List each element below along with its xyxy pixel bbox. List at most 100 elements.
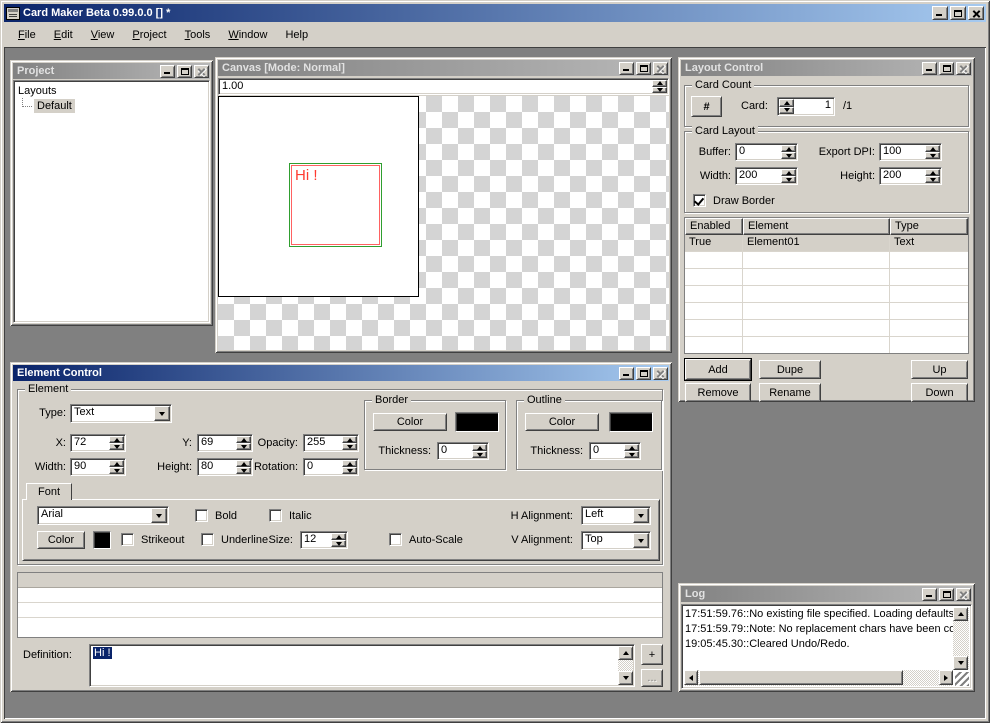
strikeout-checkbox[interactable] (121, 533, 134, 546)
y-field[interactable]: 69 (197, 434, 253, 452)
table-row[interactable] (685, 269, 968, 286)
size-up-button[interactable] (331, 533, 346, 540)
width-down-button[interactable] (109, 467, 124, 474)
minimize-button[interactable] (619, 62, 634, 75)
dupe-button[interactable]: Dupe (759, 360, 821, 379)
down-button[interactable]: Down (911, 383, 968, 402)
list-item[interactable] (18, 573, 662, 588)
zoom-down-button[interactable] (652, 87, 667, 94)
tab-font[interactable]: Font (26, 483, 72, 500)
border-color-button[interactable]: Color (373, 413, 447, 431)
log-vertical-scrollbar[interactable] (953, 607, 969, 670)
border-thickness-down-button[interactable] (472, 451, 487, 458)
table-row[interactable] (685, 337, 968, 354)
outline-thickness-up-button[interactable] (624, 444, 639, 451)
menu-help[interactable]: Help (276, 26, 317, 44)
table-row[interactable] (685, 303, 968, 320)
element-control-title-bar[interactable]: Element Control (13, 365, 669, 381)
element-properties-list[interactable] (17, 572, 663, 638)
card-down-button[interactable] (779, 107, 794, 115)
outline-thickness-down-button[interactable] (624, 451, 639, 458)
remove-button[interactable]: Remove (685, 383, 751, 402)
zoom-field[interactable]: 1.00 (218, 78, 669, 95)
rename-button[interactable]: Rename (759, 383, 821, 402)
font-family-dropdown-button[interactable] (151, 508, 167, 523)
card-width-down-button[interactable] (781, 176, 796, 183)
definition-textarea[interactable]: Hi ! (89, 644, 635, 687)
resize-grip[interactable] (955, 672, 969, 686)
card-height-down-button[interactable] (925, 176, 940, 183)
scroll-down-button[interactable] (618, 671, 633, 685)
maximize-button[interactable] (636, 367, 651, 380)
card-height-field[interactable]: 200 (879, 167, 942, 185)
card-height-up-button[interactable] (925, 169, 940, 176)
draw-border-checkbox[interactable] (693, 194, 706, 207)
maximize-button[interactable] (939, 588, 954, 601)
close-button[interactable] (653, 62, 668, 75)
opacity-down-button[interactable] (342, 443, 357, 450)
close-button[interactable] (653, 367, 668, 380)
rotation-up-button[interactable] (342, 460, 357, 467)
app-icon[interactable] (6, 7, 20, 20)
up-button[interactable]: Up (911, 360, 968, 379)
card-up-button[interactable] (779, 99, 794, 107)
layout-control-title-bar[interactable]: Layout Control (681, 60, 972, 76)
menu-project[interactable]: Project (123, 26, 175, 44)
font-color-button[interactable]: Color (37, 531, 85, 549)
scroll-left-button[interactable] (684, 670, 698, 685)
export-dpi-down-button[interactable] (925, 152, 940, 159)
width-up-button[interactable] (109, 460, 124, 467)
card-width-up-button[interactable] (781, 169, 796, 176)
width-field[interactable]: 90 (70, 458, 126, 476)
card-preview[interactable]: Hi ! (218, 96, 419, 297)
close-button[interactable] (956, 62, 971, 75)
definition-scrollbar[interactable] (618, 646, 633, 685)
scroll-right-button[interactable] (939, 670, 953, 685)
maximize-button[interactable] (950, 6, 966, 20)
bold-checkbox[interactable] (195, 509, 208, 522)
close-button[interactable] (194, 65, 209, 78)
title-bar[interactable]: Card Maker Beta 0.99.0.0 [] * (4, 4, 986, 22)
tree-node-layouts[interactable]: Layouts (16, 84, 207, 98)
h-alignment-combo[interactable]: Left (581, 506, 651, 525)
card-element[interactable]: Hi ! (289, 163, 382, 247)
log-title-bar[interactable]: Log (681, 586, 972, 602)
outline-thickness-field[interactable]: 0 (589, 442, 641, 460)
size-down-button[interactable] (331, 540, 346, 547)
column-enabled[interactable]: Enabled (685, 218, 743, 235)
menu-edit[interactable]: Edit (45, 26, 82, 44)
table-row[interactable] (685, 252, 968, 269)
size-field[interactable]: 12 (300, 531, 348, 549)
maximize-button[interactable] (939, 62, 954, 75)
buffer-field[interactable]: 0 (735, 143, 798, 161)
border-thickness-field[interactable]: 0 (437, 442, 489, 460)
table-row[interactable] (685, 286, 968, 303)
x-field[interactable]: 72 (70, 434, 126, 452)
menu-file[interactable]: File (9, 26, 45, 44)
font-family-combo[interactable]: Arial (37, 506, 169, 525)
type-combo[interactable]: Text (70, 404, 172, 423)
table-row[interactable] (685, 320, 968, 337)
column-element[interactable]: Element (743, 218, 890, 235)
close-button[interactable] (956, 588, 971, 601)
export-dpi-field[interactable]: 100 (879, 143, 942, 161)
scroll-up-button[interactable] (953, 607, 968, 621)
add-button[interactable]: Add (685, 359, 751, 380)
underline-checkbox[interactable] (201, 533, 214, 546)
list-item[interactable] (18, 618, 662, 633)
close-button[interactable] (968, 6, 984, 20)
canvas-surface[interactable]: Hi ! (218, 96, 669, 350)
menu-window[interactable]: Window (219, 26, 276, 44)
rotation-down-button[interactable] (342, 467, 357, 474)
outline-color-button[interactable]: Color (525, 413, 599, 431)
rotation-field[interactable]: 0 (303, 458, 359, 476)
minimize-button[interactable] (619, 367, 634, 380)
maximize-button[interactable] (177, 65, 192, 78)
card-width-field[interactable]: 200 (735, 167, 798, 185)
minimize-button[interactable] (922, 588, 937, 601)
menu-tools[interactable]: Tools (176, 26, 220, 44)
tree-node-default[interactable]: Default (34, 99, 75, 113)
border-thickness-up-button[interactable] (472, 444, 487, 451)
auto-scale-checkbox[interactable] (389, 533, 402, 546)
scroll-up-button[interactable] (618, 646, 633, 660)
